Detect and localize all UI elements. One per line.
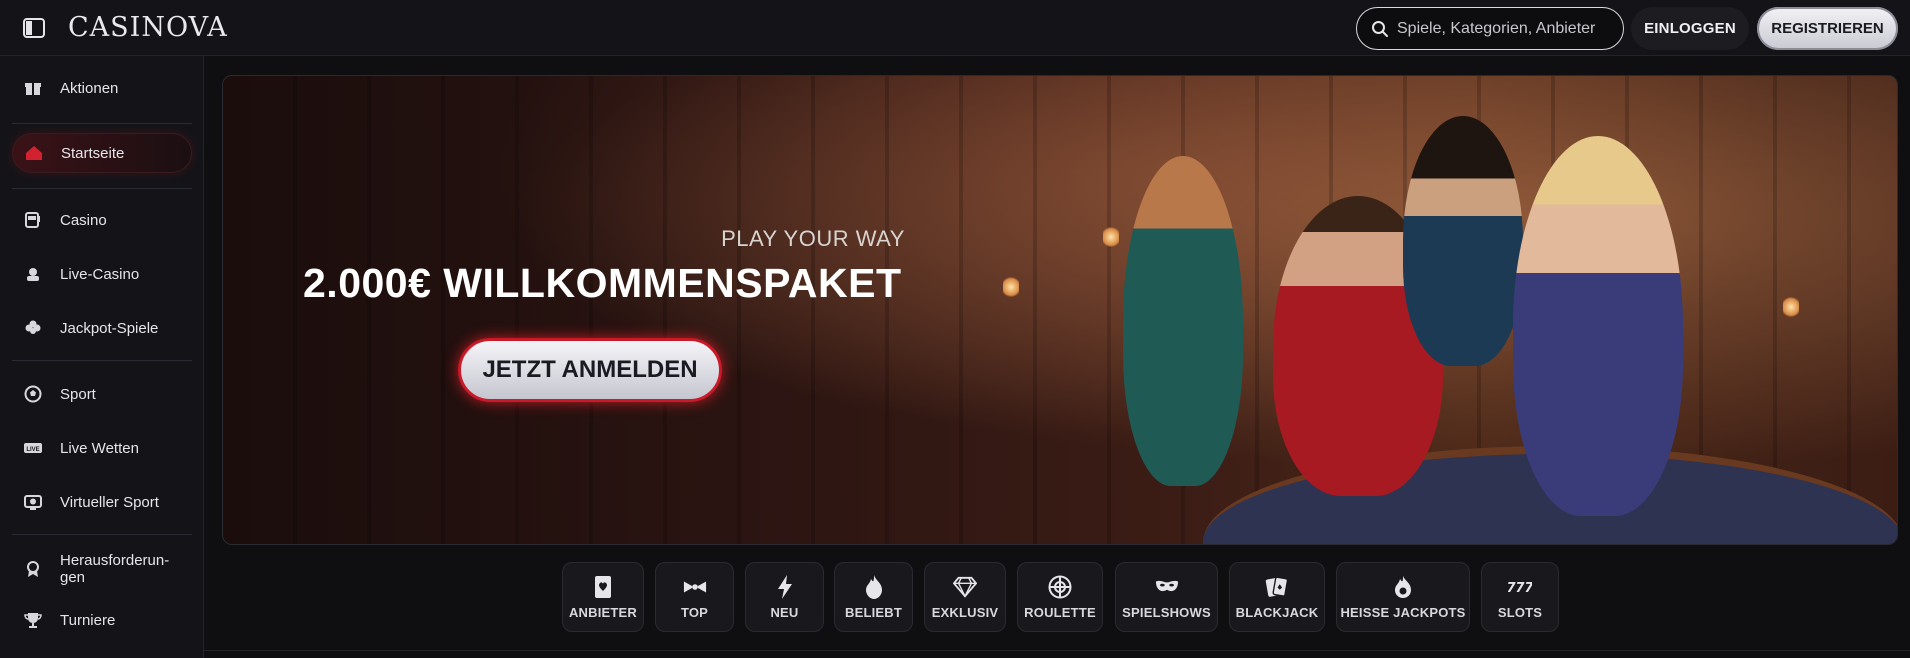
search-icon: [1371, 20, 1389, 38]
top-header: CASINOVA EINLOGGEN REGISTRIEREN: [0, 0, 1910, 56]
clover-icon: [24, 319, 42, 337]
bowtie-icon: [683, 575, 707, 599]
sidebar: Aktionen Startseite Casino Live-Casino J…: [0, 56, 204, 658]
slot-machine-icon: [24, 211, 42, 229]
cards-icon: [1265, 575, 1289, 599]
category-blackjack[interactable]: BLACKJACK: [1229, 562, 1325, 632]
gift-icon: [24, 79, 42, 97]
banner-figure-image: [1403, 116, 1523, 366]
banner-headline: 2.000€ WILLKOMMENSPAKET: [303, 260, 902, 306]
medal-icon: [24, 560, 42, 578]
mask-icon: [1155, 575, 1179, 599]
category-label: TOP: [680, 604, 709, 620]
banner-figure-image: [1123, 156, 1243, 486]
roulette-icon: [1048, 575, 1072, 599]
sidebar-item-herausforderungen[interactable]: Herausforderun- gen: [12, 544, 192, 594]
hero-banner[interactable]: PLAY YOUR WAY 2.000€ WILLKOMMENSPAKET JE…: [222, 75, 1898, 545]
category-spielshows[interactable]: SPIELSHOWS: [1115, 562, 1218, 632]
sidebar-item-label: Virtueller Sport: [60, 493, 159, 511]
sidebar-item-label: Startseite: [61, 144, 125, 162]
category-label: SPIELSHOWS: [1122, 604, 1211, 620]
diamond-icon: [953, 575, 977, 599]
category-neu[interactable]: NEU: [745, 562, 824, 632]
category-exklusiv[interactable]: EXKLUSIV: [924, 562, 1006, 632]
category-beliebt[interactable]: BELIEBT: [834, 562, 913, 632]
search-input[interactable]: [1397, 19, 1607, 38]
home-icon: [25, 144, 43, 162]
hot-jackpot-icon: [1391, 575, 1415, 599]
category-roulette[interactable]: ROULETTE: [1017, 562, 1103, 632]
svg-text:LIVE: LIVE: [26, 447, 39, 453]
provider-card-icon: [591, 575, 615, 599]
777-icon: 777: [1508, 575, 1532, 599]
sidebar-item-live-wetten[interactable]: LIVE Live Wetten: [12, 428, 192, 468]
register-button[interactable]: REGISTRIEREN: [1757, 7, 1898, 50]
category-anbieter[interactable]: ANBIETER: [562, 562, 644, 632]
lamp-decoration: [1783, 296, 1799, 318]
sidebar-item-virtueller-sport[interactable]: Virtueller Sport: [12, 482, 192, 522]
category-label: ROULETTE: [1024, 604, 1096, 620]
logo[interactable]: CASINOVA: [68, 12, 228, 43]
banner-subheadline: PLAY YOUR WAY: [721, 226, 905, 251]
sidebar-item-label: Live Wetten: [60, 439, 139, 457]
category-label: HEISSE JACKPOTS: [1340, 604, 1466, 620]
sidebar-item-label: Aktionen: [60, 79, 119, 97]
category-label: NEU: [770, 604, 799, 620]
search-box[interactable]: [1356, 7, 1624, 50]
category-label: EXKLUSIV: [931, 604, 999, 620]
dealer-icon: [24, 265, 42, 283]
sidebar-item-aktionen[interactable]: Aktionen: [12, 68, 192, 108]
sidebar-item-label: Jackpot-Spiele: [60, 319, 159, 337]
sidebar-item-sport[interactable]: Sport: [12, 374, 192, 414]
sidebar-item-label: Turniere: [60, 611, 116, 629]
sidebar-toggle-icon[interactable]: [22, 17, 46, 39]
sidebar-item-casino[interactable]: Casino: [12, 200, 192, 240]
signup-cta-button[interactable]: JETZT ANMELDEN: [458, 338, 722, 402]
virtual-sport-icon: [24, 493, 42, 511]
sidebar-item-live-casino[interactable]: Live-Casino: [12, 254, 192, 294]
category-slots[interactable]: 777 SLOTS: [1481, 562, 1559, 632]
lamp-decoration: [1003, 276, 1019, 298]
sidebar-item-startseite[interactable]: Startseite: [12, 133, 192, 173]
login-button[interactable]: EINLOGGEN: [1631, 7, 1749, 50]
banner-figure-image: [1513, 136, 1683, 516]
divider: [12, 188, 192, 189]
sidebar-item-label: Herausforderun- gen: [60, 552, 170, 586]
divider: [204, 650, 1910, 651]
divider: [12, 123, 192, 124]
category-label: BLACKJACK: [1235, 604, 1319, 620]
divider: [12, 534, 192, 535]
sidebar-item-turniere[interactable]: Turniere: [12, 600, 192, 640]
trophy-icon: [24, 611, 42, 629]
sidebar-item-label: Sport: [60, 385, 96, 403]
live-icon: LIVE: [24, 439, 42, 457]
divider: [12, 360, 192, 361]
lightning-icon: [773, 574, 797, 599]
sidebar-item-label: Casino: [60, 211, 107, 229]
category-top[interactable]: TOP: [655, 562, 734, 632]
sidebar-item-label: Live-Casino: [60, 265, 140, 283]
category-label: ANBIETER: [568, 604, 638, 620]
soccer-ball-icon: [24, 385, 42, 403]
sidebar-item-jackpot-spiele[interactable]: Jackpot-Spiele: [12, 308, 192, 348]
category-label: BELIEBT: [844, 604, 902, 620]
category-label: SLOTS: [1497, 604, 1543, 620]
category-heisse-jackpots[interactable]: HEISSE JACKPOTS: [1336, 562, 1470, 632]
flame-icon: [862, 574, 886, 599]
svg-text:777: 777: [1508, 581, 1532, 596]
